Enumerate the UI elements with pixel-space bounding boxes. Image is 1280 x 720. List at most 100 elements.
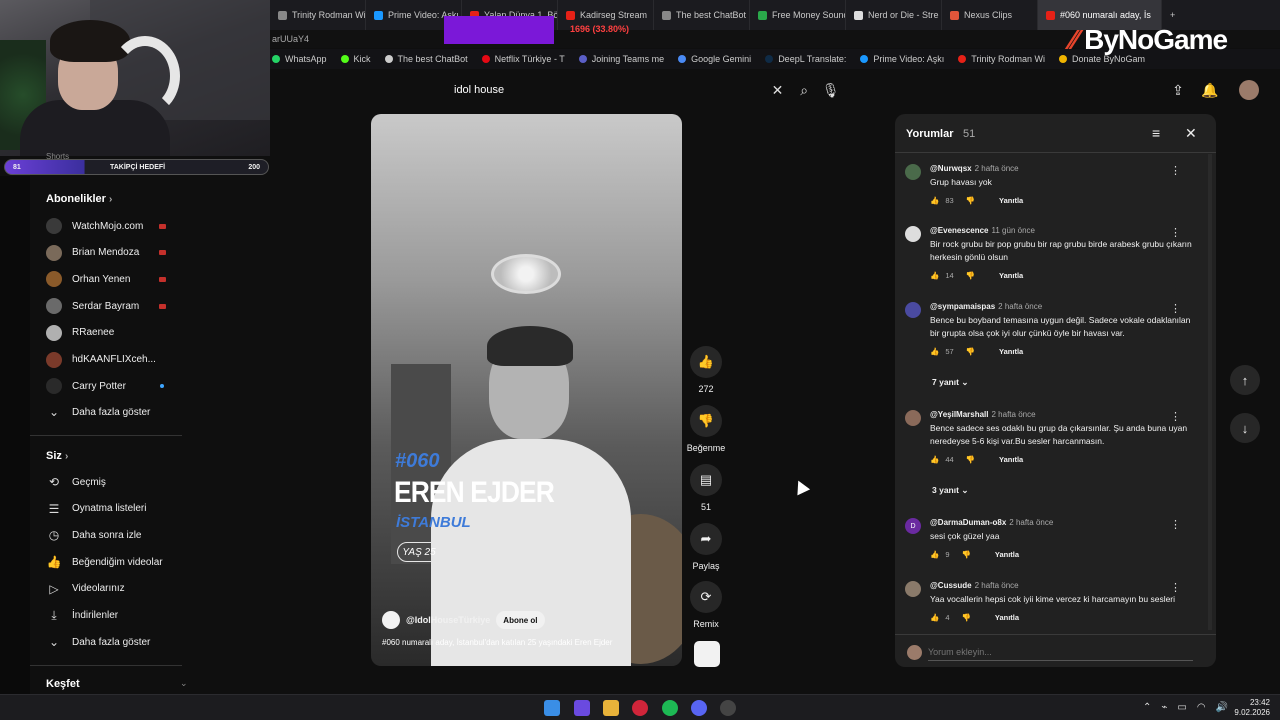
reply-button[interactable]: Yanıtla	[999, 196, 1023, 205]
avatar[interactable]	[1239, 80, 1259, 100]
bookmark-item[interactable]: Kick	[340, 54, 371, 64]
show-more-button-2[interactable]: ⌄ Daha fazla göster	[30, 629, 182, 655]
view-replies-button[interactable]: 7 yanıt ⌄	[932, 377, 968, 388]
comment-author[interactable]: @YeşilMarshall 2 hafta önce	[930, 410, 1036, 419]
comment-author[interactable]: @sympamaispas 2 hafta önce	[930, 302, 1042, 311]
sidebar-subscription-item[interactable]: Carry Potter	[30, 373, 182, 399]
volume-icon[interactable]: 🔊	[1216, 702, 1228, 713]
bookmark-item[interactable]: WhatsApp	[272, 54, 327, 64]
explore-heading[interactable]: Keşfet	[46, 678, 80, 690]
browser-tab[interactable]: Nexus Clips	[942, 0, 1038, 30]
sort-icon[interactable]: ≡	[1152, 125, 1160, 141]
sidebar-you-item[interactable]: ◷ Daha sonra izle	[30, 522, 182, 548]
thumbs-down-icon[interactable]: 👎	[966, 455, 975, 464]
previous-short-button[interactable]: ↑	[1230, 365, 1260, 395]
search-icon[interactable]: ⌕	[791, 76, 818, 104]
thumbs-up-icon[interactable]: 👍	[930, 455, 939, 464]
chevron-down-icon[interactable]: ⌄	[180, 678, 188, 689]
avatar[interactable]	[905, 410, 921, 426]
bell-icon[interactable]: 🔔	[1199, 79, 1221, 101]
network-icon[interactable]: ⌁	[1161, 702, 1167, 713]
dislike-button[interactable]: 👎 Beğenme	[686, 405, 726, 453]
subscribe-button[interactable]: Abone ol	[496, 611, 545, 629]
next-short-button[interactable]: ↓	[1230, 413, 1260, 443]
browser-tab[interactable]: Nerd or Die - Stre	[846, 0, 942, 30]
close-icon[interactable]: ✕	[1185, 125, 1197, 142]
reply-button[interactable]: Yanıtla	[995, 550, 1019, 559]
like-button[interactable]: 👍 272	[686, 346, 726, 394]
thumbs-up-icon[interactable]: 👍	[930, 196, 939, 205]
remix-button[interactable]: ⟳ Remix	[686, 581, 726, 629]
sidebar-subscription-item[interactable]: hdKAANFLIXceh...	[30, 347, 182, 373]
discord-icon[interactable]	[691, 700, 707, 716]
bookmark-item[interactable]: The best ChatBot	[384, 54, 468, 64]
sound-thumbnail[interactable]	[694, 641, 720, 667]
sidebar-you-item[interactable]: ⤓ İndirilenler	[30, 603, 182, 629]
spotify-icon[interactable]	[662, 700, 678, 716]
sidebar-subscription-item[interactable]: WatchMojo.com	[30, 213, 182, 239]
sidebar-you-item[interactable]: ☰ Oynatma listeleri	[30, 496, 182, 522]
windows-start-icon[interactable]	[544, 700, 560, 716]
thumbs-up-icon[interactable]: 👍	[930, 550, 939, 559]
comment-author[interactable]: @DarmaDuman-o8x 2 hafta önce	[930, 518, 1053, 527]
bookmark-item[interactable]: DeepL Translate:	[765, 54, 846, 64]
copilot-icon[interactable]	[574, 700, 590, 716]
you-heading[interactable]: Siz ›	[46, 450, 68, 462]
show-more-button[interactable]: ⌄ Daha fazla göster	[30, 399, 182, 425]
reply-button[interactable]: Yanıtla	[999, 347, 1023, 356]
settings-icon[interactable]	[720, 700, 736, 716]
search-input[interactable]	[444, 76, 765, 104]
upload-icon[interactable]: ⇪	[1167, 79, 1189, 101]
sidebar-subscription-item[interactable]: RRaenee	[30, 320, 182, 346]
bookmark-item[interactable]: Netflix Türkiye - T	[481, 54, 565, 64]
reply-button[interactable]: Yanıtla	[999, 271, 1023, 280]
comment-author[interactable]: @Nurwqsx 2 hafta önce	[930, 164, 1019, 173]
thumbs-up-icon[interactable]: 👍	[930, 347, 939, 356]
comments-scrollbar[interactable]	[1208, 154, 1212, 630]
avatar[interactable]	[905, 581, 921, 597]
view-replies-button[interactable]: 3 yanıt ⌄	[932, 485, 968, 496]
avatar[interactable]	[905, 164, 921, 180]
browser-tab[interactable]: Free Money Sound	[750, 0, 846, 30]
thumbs-up-icon[interactable]: 👍	[930, 271, 939, 280]
subscriptions-heading[interactable]: Abonelikler ›	[46, 193, 112, 205]
share-button[interactable]: ➦ Paylaş	[686, 523, 726, 571]
comment-author[interactable]: @Cussude 2 hafta önce	[930, 581, 1019, 590]
bookmark-item[interactable]: Trinity Rodman Wi	[958, 54, 1045, 64]
sidebar-you-item[interactable]: 👍 Beğendiğim videolar	[30, 549, 182, 575]
sidebar-you-item[interactable]: ▷ Videolarınız	[30, 576, 182, 602]
video-description[interactable]: #060 numaralı aday, İstanbul'dan katılan…	[382, 638, 672, 647]
sidebar-subscription-item[interactable]: Brian Mendoza	[30, 240, 182, 266]
sidebar-subscription-item[interactable]: Serdar Bayram	[30, 293, 182, 319]
avatar[interactable]	[905, 226, 921, 242]
chevron-up-icon[interactable]: ⌃	[1143, 702, 1151, 713]
wifi-icon[interactable]: ◠	[1197, 702, 1206, 713]
thumbs-down-icon[interactable]: 👎	[962, 613, 971, 622]
thumbs-down-icon[interactable]: 👎	[966, 196, 975, 205]
comments-button[interactable]: ▤ 51	[686, 464, 726, 512]
reply-button[interactable]: Yanıtla	[995, 613, 1019, 622]
comment-author[interactable]: @Evenescence 11 gün önce	[930, 226, 1035, 235]
microphone-icon[interactable]: 🎙	[817, 76, 844, 104]
short-video-player[interactable]	[371, 114, 682, 666]
thumbs-up-icon[interactable]: 👍	[930, 613, 939, 622]
thumbs-down-icon[interactable]: 👎	[962, 550, 971, 559]
bookmark-item[interactable]: Prime Video: Aşkı	[860, 54, 944, 64]
sidebar-you-item[interactable]: ⟲ Geçmiş	[30, 469, 182, 495]
opera-gx-icon[interactable]	[632, 700, 648, 716]
sidebar-subscription-item[interactable]: Orhan Yenen	[30, 266, 182, 292]
thumbs-down-icon[interactable]: 👎	[966, 271, 975, 280]
avatar[interactable]: D	[905, 518, 921, 534]
reply-button[interactable]: Yanıtla	[999, 455, 1023, 464]
thumbs-down-icon[interactable]: 👎	[966, 347, 975, 356]
avatar[interactable]	[905, 302, 921, 318]
channel-name[interactable]: @IdolHouseTürkiye	[406, 615, 490, 625]
browser-tab[interactable]: The best ChatBot	[654, 0, 750, 30]
bookmark-item[interactable]: Google Gemini	[678, 54, 751, 64]
comment-input[interactable]	[928, 643, 1193, 661]
channel-avatar[interactable]	[382, 611, 400, 629]
clock[interactable]: 23:42 9.02.2026	[1234, 698, 1270, 718]
clear-search-icon[interactable]: ✕	[764, 76, 791, 104]
bookmark-item[interactable]: Joining Teams me	[578, 54, 664, 64]
file-explorer-icon[interactable]	[603, 700, 619, 716]
